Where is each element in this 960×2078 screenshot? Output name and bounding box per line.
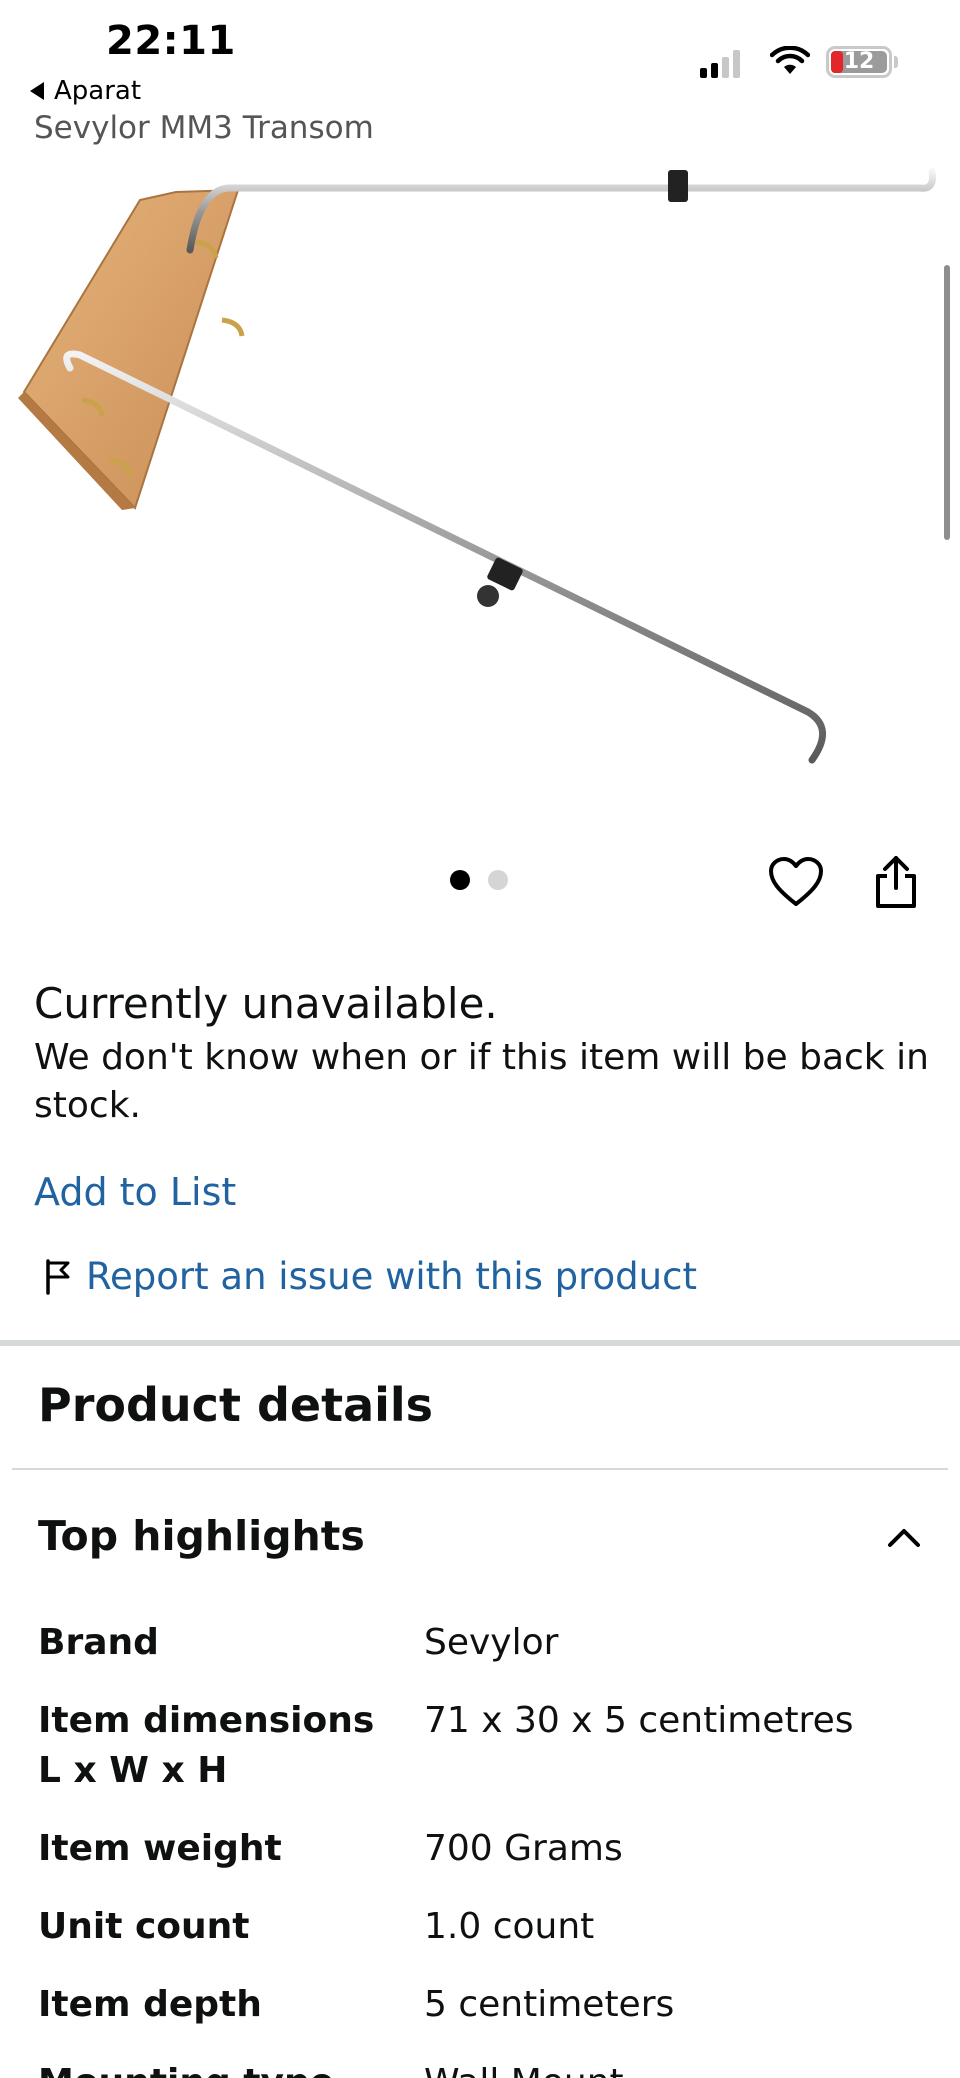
back-app-label: Aparat [54, 76, 142, 106]
wishlist-button[interactable] [766, 852, 826, 912]
spec-key: Brand [38, 1622, 159, 1663]
cellular-signal-icon [700, 48, 740, 78]
spec-row: Brand Sevylor [38, 1618, 938, 1668]
add-to-list-link[interactable]: Add to List [34, 1170, 236, 1214]
divider [12, 1468, 948, 1470]
spec-key: Item weight [38, 1828, 282, 1869]
product-image[interactable] [0, 150, 960, 790]
spec-key: Mounting type [38, 2058, 424, 2078]
back-to-app-button[interactable]: Aparat [30, 76, 141, 106]
share-button[interactable] [866, 852, 926, 912]
heart-icon [769, 857, 823, 906]
spec-value: Sevylor [424, 1622, 559, 1663]
report-issue-label[interactable]: Report an issue with this product [86, 1255, 697, 1298]
share-icon [876, 856, 916, 908]
spec-row: Item dimensions L x W x H 71 x 30 x 5 ce… [38, 1696, 938, 1796]
top-highlights-table: Brand Sevylor Item dimensions L x W x H … [38, 1618, 938, 2078]
spec-key: Item dimensions L x W x H [38, 1700, 375, 1791]
spec-row: Mounting type Wall Mount [38, 2058, 938, 2078]
chevron-up-icon[interactable] [884, 1518, 924, 1558]
product-details-heading: Product details [38, 1378, 434, 1432]
availability-section: Currently unavailable. We don't know whe… [34, 978, 934, 1130]
top-highlights-toggle[interactable]: Top highlights [38, 1512, 365, 1560]
section-divider [0, 1340, 960, 1346]
availability-status: Currently unavailable. [34, 979, 498, 1028]
spec-value: 700 Grams [424, 1828, 623, 1869]
spec-value: 1.0 count [424, 1906, 595, 1947]
page-title: Sevylor MM3 Transom [34, 110, 374, 146]
back-arrow-icon [30, 82, 44, 100]
image-dot-1[interactable] [450, 870, 470, 890]
battery-level: 12 [843, 49, 875, 74]
spec-row: Item depth 5 centimeters [38, 1980, 938, 2030]
flag-icon [46, 1258, 70, 1295]
spec-row: Unit count 1.0 count [38, 1902, 938, 1952]
battery-icon: 12 [826, 46, 892, 78]
spec-row: Item weight 700 Grams [38, 1824, 938, 1874]
spec-key: Unit count [38, 1906, 250, 1947]
wifi-icon [770, 46, 810, 74]
spec-value: 5 centimeters [424, 1984, 675, 2025]
image-dot-2[interactable] [488, 870, 508, 890]
report-issue-link[interactable]: Report an issue with this product [44, 1255, 697, 1298]
image-pagination[interactable] [450, 870, 508, 890]
spec-key: Item depth [38, 1984, 262, 2025]
status-time: 22:11 [106, 18, 236, 64]
spec-value: Wall Mount [424, 2058, 938, 2078]
scrollbar[interactable] [944, 265, 950, 540]
spec-value: 71 x 30 x 5 centimetres [424, 1700, 854, 1741]
availability-description: We don't know when or if this item will … [34, 1037, 929, 1126]
